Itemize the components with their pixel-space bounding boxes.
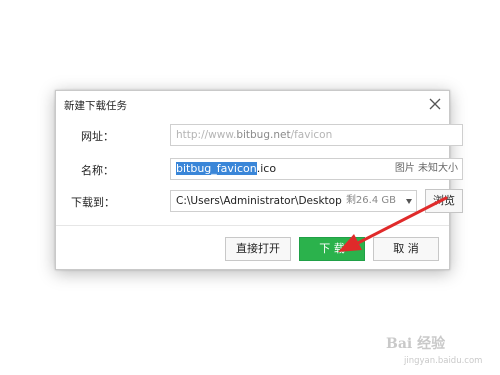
annotation-arrow-icon (338, 196, 448, 252)
baidu-jingyan-watermark: Bai 经验 jingyan.baidu.com (382, 331, 494, 371)
watermark-logo: Bai 经验 (386, 336, 446, 352)
watermark-site: jingyan.baidu.com (404, 356, 483, 366)
